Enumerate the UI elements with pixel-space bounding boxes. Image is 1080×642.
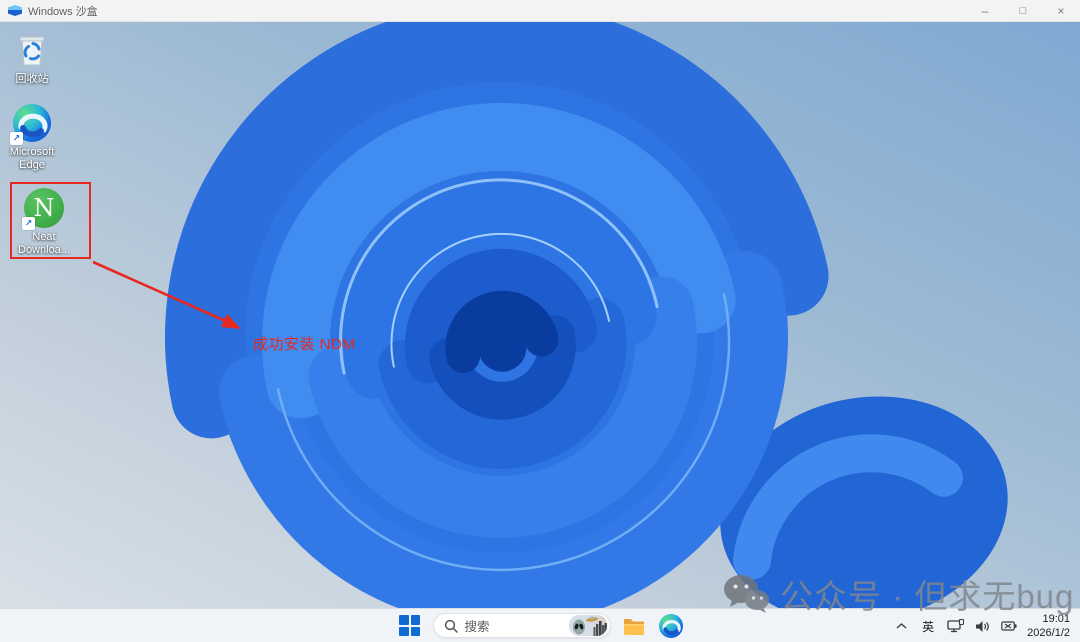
windows-sandbox-window: Windows 沙盒 – □ × 回收站 ↗ Microsoft Edge N …	[0, 0, 1080, 642]
tray-date: 2026/1/2	[1027, 627, 1070, 639]
language-indicator[interactable]: 英	[919, 613, 937, 639]
start-button[interactable]	[396, 612, 424, 640]
clock[interactable]: 19:01 2026/1/2	[1027, 612, 1074, 641]
battery-icon[interactable]	[1000, 613, 1018, 639]
annotation-highlight-box	[10, 182, 91, 259]
hidden-icons-chevron[interactable]	[892, 613, 910, 639]
folder-icon	[623, 618, 644, 635]
shortcut-arrow-icon: ↗	[10, 132, 23, 145]
annotation-text: 成功安装 NDM	[253, 336, 356, 353]
search-daily-image	[568, 615, 607, 636]
windows-logo-icon	[399, 615, 420, 636]
recycle-bin-icon	[19, 36, 45, 66]
system-tray: 英 19:01 2026/1/2	[892, 609, 1074, 642]
icon-label: Microsoft Edge	[9, 146, 55, 171]
bloom-wallpaper	[165, 22, 1008, 608]
edge-icon	[658, 613, 683, 638]
titlebar: Windows 沙盒 – □ ×	[0, 0, 1080, 22]
desktop-icon-recycle-bin[interactable]: 回收站	[0, 30, 64, 86]
window-title: Windows 沙盒	[28, 5, 98, 18]
minimize-button[interactable]: –	[966, 0, 1004, 22]
desktop-icon-microsoft-edge[interactable]: ↗ Microsoft Edge	[0, 103, 64, 171]
volume-icon[interactable]	[973, 613, 991, 639]
search-icon	[444, 619, 458, 633]
maximize-button[interactable]: □	[1004, 0, 1042, 22]
desktop: 回收站 ↗ Microsoft Edge N ↗ Neat Downloa...…	[0, 22, 1080, 608]
tray-time: 19:01	[1042, 612, 1070, 625]
network-icon[interactable]	[946, 613, 964, 639]
search-placeholder: 搜索	[464, 620, 490, 634]
file-explorer-button[interactable]	[620, 612, 648, 640]
edge-taskbar-button[interactable]	[657, 612, 685, 640]
windows-sandbox-icon	[8, 5, 22, 16]
close-button[interactable]: ×	[1042, 0, 1080, 22]
icon-label: 回收站	[15, 73, 49, 85]
taskbar: 搜索 英 19:01 2026/1/2	[0, 608, 1080, 642]
search-box[interactable]: 搜索	[432, 613, 611, 638]
